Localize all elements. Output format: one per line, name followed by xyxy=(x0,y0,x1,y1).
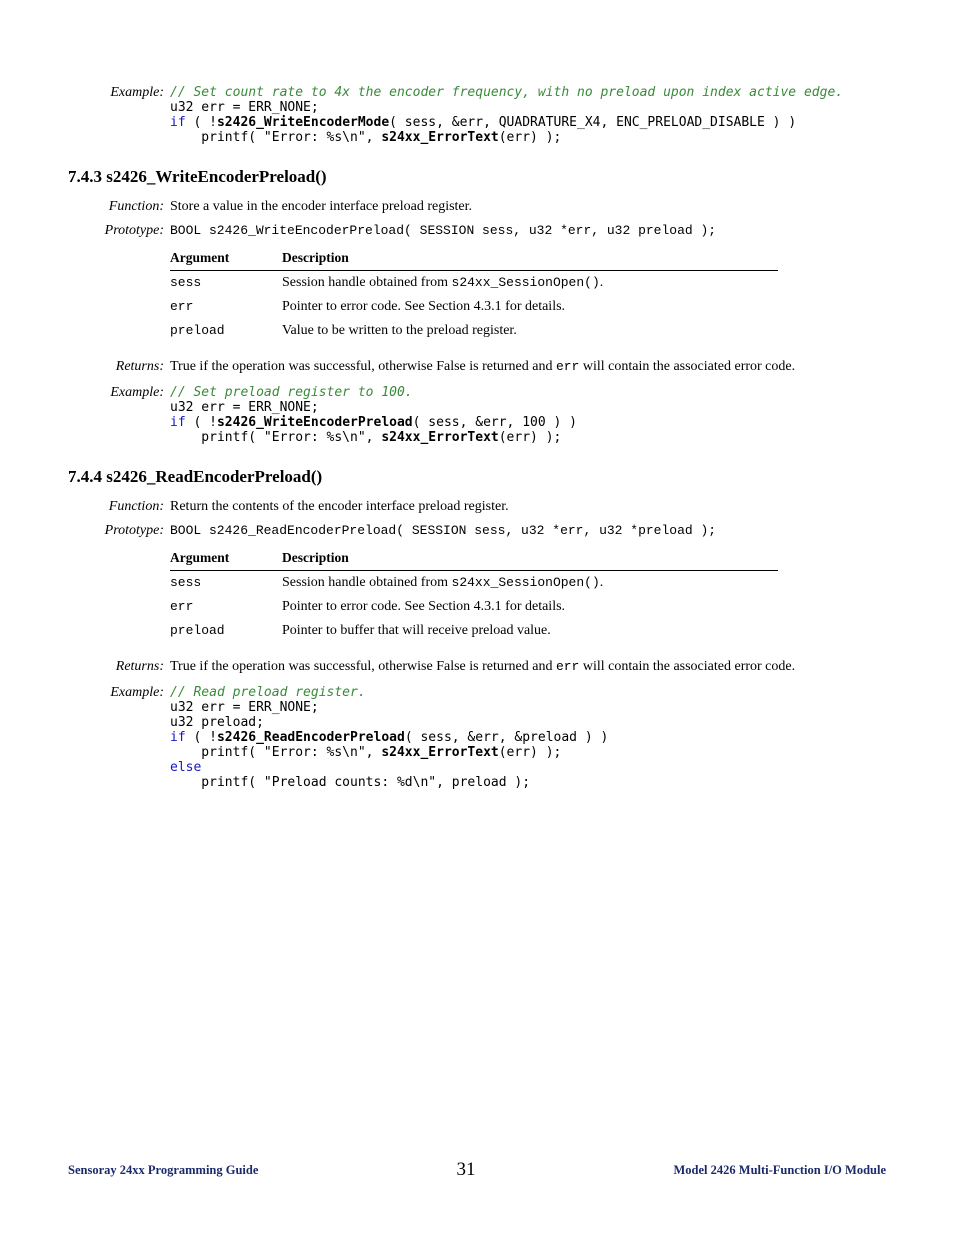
function-label: Function: xyxy=(68,499,170,515)
returns-text: True if the operation was successful, ot… xyxy=(170,359,886,375)
code-block: // Read preload register. u32 err = ERR_… xyxy=(170,685,886,790)
code-comment: // Set preload register to 100. xyxy=(170,385,413,400)
code-line: u32 err = ERR_NONE; xyxy=(170,100,319,115)
code-function: s24xx_ErrorText xyxy=(381,130,498,145)
example-block: Example: // Set preload register to 100.… xyxy=(68,385,886,445)
inline-code: s24xx_SessionOpen() xyxy=(452,275,600,290)
code-text: (err) ); xyxy=(499,130,562,145)
footer-left: Sensoray 24xx Programming Guide xyxy=(68,1163,258,1178)
code-comment: // Read preload register. xyxy=(170,685,366,700)
table-row: sess Session handle obtained from s24xx_… xyxy=(170,271,778,296)
table-header-argument: Argument xyxy=(170,546,282,571)
code-text: (err) ); xyxy=(499,430,562,445)
arg-desc: Session handle obtained from s24xx_Sessi… xyxy=(282,571,778,596)
prototype-code: BOOL s2426_WriteEncoderPreload( SESSION … xyxy=(170,223,886,238)
code-function: s24xx_ErrorText xyxy=(381,430,498,445)
code-block: // Set count rate to 4x the encoder freq… xyxy=(170,85,886,145)
section-heading: 7.4.3 s2426_WriteEncoderPreload() xyxy=(68,167,886,187)
footer-right: Model 2426 Multi-Function I/O Module xyxy=(674,1163,887,1178)
table-row: preload Value to be written to the prelo… xyxy=(170,319,778,343)
arg-name: preload xyxy=(170,619,282,643)
table-row: err Pointer to error code. See Section 4… xyxy=(170,595,778,619)
code-text: ( sess, &err, &preload ) ) xyxy=(405,730,609,745)
code-line: u32 preload; xyxy=(170,715,264,730)
arguments-row: Argument Description sess Session handle… xyxy=(68,540,886,653)
prototype-row: Prototype: BOOL s2426_WriteEncoderPreloa… xyxy=(68,223,886,239)
code-function: s2426_WriteEncoderMode xyxy=(217,115,389,130)
arg-desc: Value to be written to the preload regis… xyxy=(282,319,778,343)
code-text: (err) ); xyxy=(499,745,562,760)
code-text: printf( "Error: %s\n", xyxy=(170,130,381,145)
code-keyword: else xyxy=(170,760,201,775)
code-text: ( sess, &err, QUADRATURE_X4, ENC_PRELOAD… xyxy=(389,115,796,130)
arg-desc: Session handle obtained from s24xx_Sessi… xyxy=(282,271,778,296)
code-text: printf( "Error: %s\n", xyxy=(170,430,381,445)
arguments-table: Argument Description sess Session handle… xyxy=(170,246,778,343)
code-comment: // Set count rate to 4x the encoder freq… xyxy=(170,85,843,100)
code-function: s2426_ReadEncoderPreload xyxy=(217,730,405,745)
code-keyword: if xyxy=(170,115,186,130)
page-footer: Sensoray 24xx Programming Guide 31 Model… xyxy=(68,1159,886,1181)
arg-name: sess xyxy=(170,271,282,296)
code-text: printf( "Error: %s\n", xyxy=(170,745,381,760)
code-block: // Set preload register to 100. u32 err … xyxy=(170,385,886,445)
arguments-table: Argument Description sess Session handle… xyxy=(170,546,778,643)
document-page: Example: // Set count rate to 4x the enc… xyxy=(0,0,954,1235)
example-block: Example: // Set count rate to 4x the enc… xyxy=(68,85,886,145)
function-label: Function: xyxy=(68,199,170,215)
arg-desc: Pointer to error code. See Section 4.3.1… xyxy=(282,595,778,619)
arg-desc: Pointer to buffer that will receive prel… xyxy=(282,619,778,643)
code-text: ( ! xyxy=(186,730,217,745)
arg-name: err xyxy=(170,595,282,619)
inline-code: s24xx_SessionOpen() xyxy=(452,575,600,590)
code-keyword: if xyxy=(170,730,186,745)
table-row: err Pointer to error code. See Section 4… xyxy=(170,295,778,319)
table-row: sess Session handle obtained from s24xx_… xyxy=(170,571,778,596)
code-text: ( ! xyxy=(186,415,217,430)
prototype-code: BOOL s2426_ReadEncoderPreload( SESSION s… xyxy=(170,523,886,538)
code-line: printf( "Preload counts: %d\n", preload … xyxy=(170,775,530,790)
returns-label: Returns: xyxy=(68,359,170,375)
code-text: ( sess, &err, 100 ) ) xyxy=(413,415,577,430)
arg-name: preload xyxy=(170,319,282,343)
inline-code: err xyxy=(556,359,579,374)
table-header-description: Description xyxy=(282,546,778,571)
returns-text: True if the operation was successful, ot… xyxy=(170,659,886,675)
example-label: Example: xyxy=(68,85,170,101)
function-row: Function: Store a value in the encoder i… xyxy=(68,199,886,215)
section-heading: 7.4.4 s2426_ReadEncoderPreload() xyxy=(68,467,886,487)
table-header-argument: Argument xyxy=(170,246,282,271)
arguments-row: Argument Description sess Session handle… xyxy=(68,240,886,353)
code-line: u32 err = ERR_NONE; xyxy=(170,400,319,415)
returns-row: Returns: True if the operation was succe… xyxy=(68,659,886,675)
function-description: Return the contents of the encoder inter… xyxy=(170,499,886,515)
example-label: Example: xyxy=(68,685,170,701)
arg-name: sess xyxy=(170,571,282,596)
table-row: preload Pointer to buffer that will rece… xyxy=(170,619,778,643)
function-description: Store a value in the encoder interface p… xyxy=(170,199,886,215)
table-header-description: Description xyxy=(282,246,778,271)
arg-name: err xyxy=(170,295,282,319)
function-row: Function: Return the contents of the enc… xyxy=(68,499,886,515)
code-function: s24xx_ErrorText xyxy=(381,745,498,760)
returns-row: Returns: True if the operation was succe… xyxy=(68,359,886,375)
prototype-row: Prototype: BOOL s2426_ReadEncoderPreload… xyxy=(68,523,886,539)
code-text: ( ! xyxy=(186,115,217,130)
arg-desc: Pointer to error code. See Section 4.3.1… xyxy=(282,295,778,319)
example-label: Example: xyxy=(68,385,170,401)
prototype-label: Prototype: xyxy=(68,223,170,239)
code-function: s2426_WriteEncoderPreload xyxy=(217,415,413,430)
inline-code: err xyxy=(556,659,579,674)
returns-label: Returns: xyxy=(68,659,170,675)
prototype-label: Prototype: xyxy=(68,523,170,539)
code-line: u32 err = ERR_NONE; xyxy=(170,700,319,715)
code-keyword: if xyxy=(170,415,186,430)
example-block: Example: // Read preload register. u32 e… xyxy=(68,685,886,790)
page-number: 31 xyxy=(456,1159,475,1181)
